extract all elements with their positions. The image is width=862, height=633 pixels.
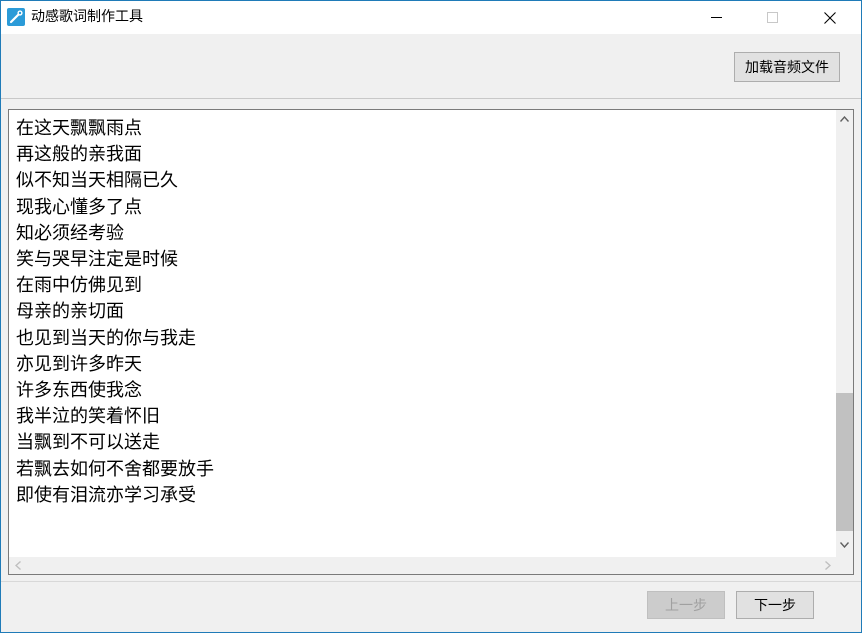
lyric-line: 许多东西使我念	[16, 380, 142, 402]
load-audio-button[interactable]: 加载音频文件	[734, 52, 840, 82]
scroll-up-button[interactable]	[836, 110, 853, 127]
scroll-left-icon	[14, 561, 21, 570]
scroll-down-button[interactable]	[836, 536, 853, 553]
scroll-left-button[interactable]	[9, 557, 26, 574]
lyric-line: 在雨中仿佛见到	[16, 275, 142, 297]
next-button[interactable]: 下一步	[736, 591, 814, 619]
lyric-line: 知必须经考验	[16, 222, 124, 244]
toolbar-divider	[1, 98, 861, 99]
scroll-right-button[interactable]	[819, 557, 836, 574]
scroll-up-icon	[840, 115, 849, 122]
scrollbar-corner	[836, 553, 853, 574]
scroll-down-icon	[840, 541, 849, 548]
lyric-line: 再这般的亲我面	[16, 144, 142, 166]
lyric-line: 母亲的亲切面	[16, 301, 124, 323]
lyric-line: 笑与哭早注定是时候	[16, 249, 178, 271]
lyric-line: 我半泣的笑着怀旧	[16, 406, 160, 428]
lyric-line: 在这天飘飘雨点	[16, 118, 142, 139]
close-icon	[824, 11, 836, 24]
title-bar[interactable]: 动感歌词制作工具	[1, 1, 861, 34]
app-window: 动感歌词制作工具 加载音频文件 在这天飘飘雨点 再这般的亲我面似不知当天相隔已久现…	[0, 0, 862, 633]
lyric-line: 似不知当天相隔已久	[16, 170, 178, 192]
lyric-line: 即使有泪流亦学习承受	[16, 484, 196, 506]
minimize-button[interactable]	[693, 1, 739, 34]
prev-button[interactable]: 上一步	[647, 591, 725, 619]
close-button[interactable]	[807, 1, 853, 34]
lyric-line: 也见到当天的你与我走	[16, 327, 196, 349]
lyric-line: 当飘到不可以送走	[16, 432, 160, 454]
scroll-right-icon	[824, 561, 831, 570]
vertical-scrollbar[interactable]	[836, 110, 853, 553]
footer: 上一步 下一步	[1, 582, 861, 632]
horizontal-scrollbar[interactable]	[9, 557, 836, 574]
lyric-line: 亦见到许多昨天	[16, 353, 142, 375]
vertical-scroll-thumb[interactable]	[836, 393, 853, 531]
app-icon	[7, 8, 25, 26]
toolbar: 加载音频文件	[1, 34, 861, 98]
lyric-line: 现我心懂多了点	[16, 196, 142, 218]
lyric-line: 若飘去如何不舍都要放手	[16, 458, 214, 480]
lyrics-textbox[interactable]: 在这天飘飘雨点 再这般的亲我面似不知当天相隔已久 现我心懂多了点 知必须经考验笑与哭早…	[8, 109, 854, 575]
window-title: 动感歌词制作工具	[31, 9, 143, 25]
lyrics-lines: 在这天飘飘雨点 再这般的亲我面似不知当天相隔已久 现我心懂多了点 知必须经考验笑与哭早…	[16, 116, 214, 509]
maximize-button[interactable]	[749, 1, 795, 34]
maximize-icon	[766, 12, 778, 23]
minimize-icon	[710, 17, 722, 18]
